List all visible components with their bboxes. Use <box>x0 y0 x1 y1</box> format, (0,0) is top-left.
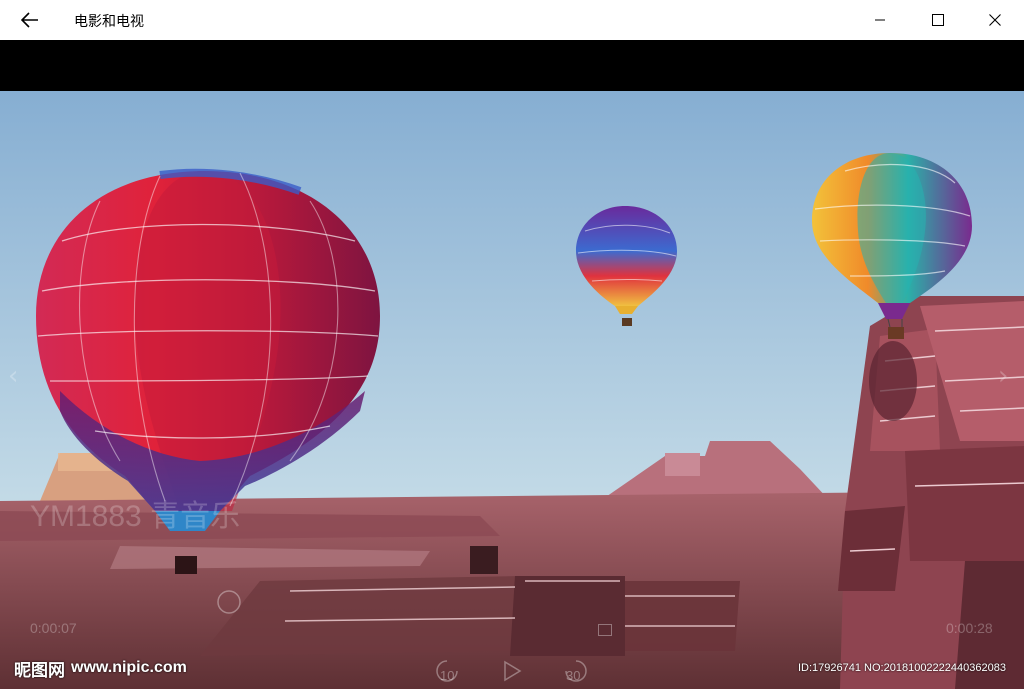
minimize-icon <box>875 19 885 21</box>
play-button[interactable] <box>502 660 522 686</box>
captions-button[interactable] <box>598 621 612 640</box>
arrow-left-icon <box>21 12 38 28</box>
skip-forward-label: 30 <box>566 668 581 683</box>
image-id-line: ID:17926741 NO:20181002222440362083 <box>798 662 1006 674</box>
app-title: 电影和电视 <box>74 14 144 30</box>
elapsed-time: 0:00:07 <box>30 620 77 636</box>
close-icon <box>989 14 1001 26</box>
seek-circle-icon <box>217 590 241 614</box>
seek-thumb[interactable] <box>216 589 242 619</box>
video-watermark: YM1883 青音乐 <box>30 500 241 533</box>
maximize-button[interactable] <box>915 0 961 40</box>
next-arrow[interactable]: › <box>998 361 1008 391</box>
skip-back-label: 10 <box>440 668 455 683</box>
remaining-time: 0:00:28 <box>946 620 993 636</box>
close-button[interactable] <box>972 0 1018 40</box>
site-name: 昵图网 <box>14 660 65 681</box>
maximize-icon <box>932 14 944 26</box>
play-icon <box>504 660 522 682</box>
title-bar: 电影和电视 <box>0 0 1024 40</box>
previous-arrow[interactable]: ‹ <box>8 361 18 391</box>
site-url: www.nipic.com <box>71 659 187 676</box>
video-frame[interactable]: YM1883 青音乐 ‹ › 0:00:07 0:00:28 <box>0 91 1024 689</box>
site-watermark: 昵图网 www.nipic.com <box>14 657 187 681</box>
back-button[interactable] <box>14 6 46 34</box>
captions-icon <box>598 624 612 636</box>
letterbox-top <box>0 40 1024 91</box>
minimize-button[interactable] <box>857 0 903 40</box>
hot-air-balloons-scene <box>0 91 1024 689</box>
